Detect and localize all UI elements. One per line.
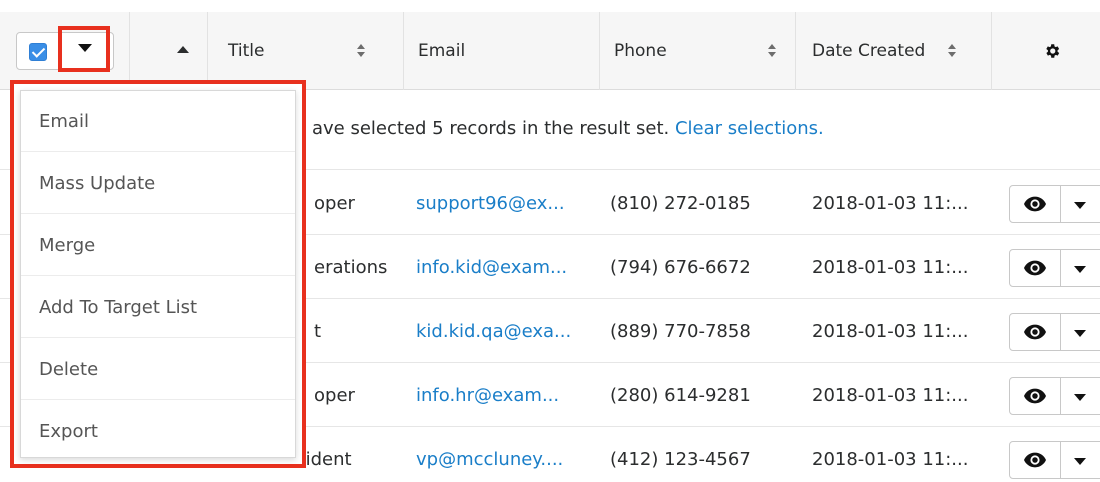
actions-divider	[1060, 314, 1061, 350]
actions-divider	[1060, 186, 1061, 222]
actions-divider	[1060, 250, 1061, 286]
menu-item-delete[interactable]: Delete	[21, 339, 295, 400]
menu-item-export[interactable]: Export	[21, 401, 295, 462]
row-title: oper	[314, 192, 355, 214]
row-actions[interactable]	[1009, 249, 1100, 287]
row-email-link[interactable]: info.kid@exam...	[416, 235, 567, 299]
row-date-created: 2018-01-03 11:...	[812, 256, 969, 278]
header-phone[interactable]: Phone	[600, 12, 796, 90]
row-title: erations	[314, 256, 388, 278]
header-title-label: Title	[228, 41, 265, 61]
caret-down-icon	[78, 44, 92, 52]
row-phone: (810) 272-0185	[610, 192, 751, 214]
row-date-created: 2018-01-03 11:...	[812, 384, 969, 406]
clear-selections-link[interactable]: Clear selections.	[675, 118, 824, 139]
header-favorite-sort[interactable]	[130, 12, 208, 90]
actions-divider	[1060, 378, 1061, 414]
caret-down-icon[interactable]	[1074, 330, 1086, 337]
row-phone: (280) 614-9281	[610, 384, 751, 406]
table-header: Title Email Phone Date Created	[0, 12, 1100, 90]
row-title: t	[314, 320, 322, 342]
row-actions[interactable]	[1009, 313, 1100, 351]
menu-item-email[interactable]: Email	[21, 91, 295, 152]
sort-icon	[948, 44, 957, 58]
row-phone: (794) 676-6672	[610, 256, 751, 278]
caret-down-icon[interactable]	[1074, 458, 1086, 465]
select-all-checkbox[interactable]	[29, 43, 47, 61]
selection-text: ave selected 5 records in the result set…	[312, 118, 670, 139]
header-title[interactable]: Title	[208, 12, 404, 90]
menu-item-mass-update[interactable]: Mass Update	[21, 153, 295, 214]
header-date-created-label: Date Created	[812, 41, 926, 61]
eye-icon[interactable]	[1024, 388, 1046, 404]
caret-down-icon[interactable]	[1074, 266, 1086, 273]
menu-item-add-to-target-list[interactable]: Add To Target List	[21, 277, 295, 338]
eye-icon[interactable]	[1024, 452, 1046, 468]
sort-icon	[768, 44, 777, 58]
header-settings	[992, 12, 1100, 90]
mass-actions-menu: Email Mass Update Merge Add To Target Li…	[10, 80, 306, 468]
row-date-created: 2018-01-03 11:...	[812, 192, 969, 214]
eye-icon[interactable]	[1024, 324, 1046, 340]
eye-icon[interactable]	[1024, 196, 1046, 212]
mass-actions-dropdown-toggle[interactable]	[58, 26, 110, 72]
row-phone: (889) 770-7858	[610, 320, 751, 342]
gear-icon[interactable]	[1043, 42, 1061, 60]
row-actions[interactable]	[1009, 185, 1100, 223]
sort-icon	[357, 44, 366, 58]
header-email-label: Email	[418, 41, 466, 61]
row-date-created: 2018-01-03 11:...	[812, 320, 969, 342]
row-email-link[interactable]: kid.kid.qa@exa...	[416, 299, 571, 363]
header-email[interactable]: Email	[404, 12, 600, 90]
menu-item-merge[interactable]: Merge	[21, 215, 295, 276]
row-phone: (412) 123-4567	[610, 448, 751, 470]
header-phone-label: Phone	[614, 41, 667, 61]
caret-down-icon[interactable]	[1074, 394, 1086, 401]
row-actions[interactable]	[1009, 377, 1100, 415]
mass-actions-menu-list: Email Mass Update Merge Add To Target Li…	[20, 90, 296, 458]
row-email-link[interactable]: info.hr@exam...	[416, 363, 559, 427]
row-email-link[interactable]: vp@mccluney....	[416, 427, 563, 482]
eye-icon[interactable]	[1024, 260, 1046, 276]
row-date-created: 2018-01-03 11:...	[812, 448, 969, 470]
actions-divider	[1060, 442, 1061, 478]
selection-message: ave selected 5 records in the result set…	[312, 118, 824, 139]
row-title: oper	[314, 384, 355, 406]
caret-down-icon[interactable]	[1074, 202, 1086, 209]
header-date-created[interactable]: Date Created	[796, 12, 992, 90]
row-actions[interactable]	[1009, 441, 1100, 479]
row-email-link[interactable]: support96@ex...	[416, 171, 565, 235]
caret-up-icon	[177, 46, 189, 53]
